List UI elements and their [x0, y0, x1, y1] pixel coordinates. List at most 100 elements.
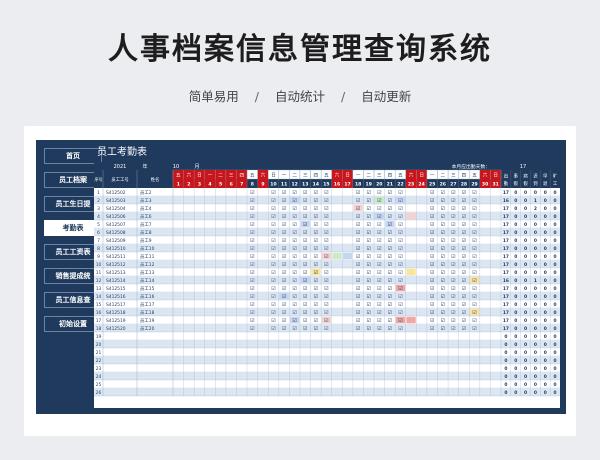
- present-checkbox[interactable]: ☑: [303, 326, 307, 332]
- present-checkbox[interactable]: ☑: [250, 262, 254, 268]
- employee-id-cell[interactable]: S412518: [106, 310, 126, 316]
- present-checkbox[interactable]: ☑: [324, 294, 328, 300]
- present-checkbox[interactable]: ☑: [430, 270, 434, 276]
- present-checkbox[interactable]: ☑: [314, 278, 318, 284]
- present-checkbox[interactable]: ☑: [430, 254, 434, 260]
- employee-name-cell[interactable]: 员工7: [140, 222, 152, 228]
- present-checkbox[interactable]: ☑: [430, 278, 434, 284]
- present-checkbox[interactable]: ☑: [472, 198, 476, 204]
- present-checkbox[interactable]: ☑: [356, 254, 360, 260]
- present-checkbox[interactable]: ☑: [324, 302, 328, 308]
- present-checkbox[interactable]: ☑: [388, 206, 392, 212]
- present-checkbox[interactable]: ☑: [441, 254, 445, 260]
- present-checkbox[interactable]: ☑: [324, 286, 328, 292]
- present-checkbox[interactable]: ☑: [303, 262, 307, 268]
- employee-id-cell[interactable]: S412519: [106, 318, 126, 324]
- employee-name-cell[interactable]: 员工10: [140, 246, 155, 252]
- present-checkbox[interactable]: ☑: [441, 246, 445, 252]
- present-checkbox[interactable]: ☑: [441, 214, 445, 220]
- present-checkbox[interactable]: ☑: [356, 198, 360, 204]
- present-checkbox[interactable]: ☑: [451, 278, 455, 284]
- present-checkbox[interactable]: ☑: [271, 238, 275, 244]
- present-checkbox[interactable]: ☑: [377, 278, 381, 284]
- present-checkbox[interactable]: ☑: [271, 262, 275, 268]
- present-checkbox[interactable]: ☑: [366, 294, 370, 300]
- present-checkbox[interactable]: ☑: [314, 214, 318, 220]
- employee-name-cell[interactable]: 员工15: [140, 286, 155, 292]
- present-checkbox[interactable]: ☑: [430, 238, 434, 244]
- employee-id-cell[interactable]: S412503: [106, 198, 126, 204]
- present-checkbox[interactable]: ☑: [282, 222, 286, 228]
- employee-name-cell[interactable]: 员工9: [140, 238, 152, 244]
- present-checkbox[interactable]: ☑: [472, 190, 476, 196]
- present-checkbox[interactable]: ☑: [377, 238, 381, 244]
- present-checkbox[interactable]: ☑: [472, 262, 476, 268]
- present-checkbox[interactable]: ☑: [292, 254, 296, 260]
- present-checkbox[interactable]: ☑: [314, 206, 318, 212]
- present-checkbox[interactable]: ☑: [366, 190, 370, 196]
- present-checkbox[interactable]: ☑: [451, 190, 455, 196]
- present-checkbox[interactable]: ☑: [388, 198, 392, 204]
- present-checkbox[interactable]: ☑: [441, 206, 445, 212]
- present-checkbox[interactable]: ☑: [282, 302, 286, 308]
- present-checkbox[interactable]: ☑: [356, 270, 360, 276]
- present-checkbox[interactable]: ☑: [451, 206, 455, 212]
- present-checkbox[interactable]: ☑: [441, 270, 445, 276]
- present-checkbox[interactable]: ☑: [462, 206, 466, 212]
- present-checkbox[interactable]: ☑: [314, 286, 318, 292]
- employee-id-cell[interactable]: S412506: [106, 214, 126, 220]
- present-checkbox[interactable]: ☑: [303, 190, 307, 196]
- employee-id-cell[interactable]: S412517: [106, 302, 126, 308]
- present-checkbox[interactable]: ☑: [398, 318, 402, 324]
- present-checkbox[interactable]: ☑: [430, 318, 434, 324]
- present-checkbox[interactable]: ☑: [356, 326, 360, 332]
- present-checkbox[interactable]: ☑: [441, 286, 445, 292]
- present-checkbox[interactable]: ☑: [314, 238, 318, 244]
- present-checkbox[interactable]: ☑: [324, 206, 328, 212]
- present-checkbox[interactable]: ☑: [472, 310, 476, 316]
- present-checkbox[interactable]: ☑: [292, 230, 296, 236]
- present-checkbox[interactable]: ☑: [430, 206, 434, 212]
- employee-name-cell[interactable]: 员工17: [140, 302, 155, 308]
- present-checkbox[interactable]: ☑: [303, 230, 307, 236]
- present-checkbox[interactable]: ☑: [292, 286, 296, 292]
- employee-name-cell[interactable]: 员工8: [140, 230, 152, 236]
- employee-id-cell[interactable]: S412514: [106, 278, 126, 284]
- present-checkbox[interactable]: ☑: [356, 286, 360, 292]
- present-checkbox[interactable]: ☑: [324, 222, 328, 228]
- present-checkbox[interactable]: ☑: [377, 294, 381, 300]
- present-checkbox[interactable]: ☑: [441, 318, 445, 324]
- present-checkbox[interactable]: ☑: [314, 270, 318, 276]
- present-checkbox[interactable]: ☑: [366, 286, 370, 292]
- present-checkbox[interactable]: ☑: [292, 318, 296, 324]
- present-checkbox[interactable]: ☑: [324, 262, 328, 268]
- present-checkbox[interactable]: ☑: [388, 262, 392, 268]
- present-checkbox[interactable]: ☑: [462, 302, 466, 308]
- present-checkbox[interactable]: ☑: [398, 286, 402, 292]
- present-checkbox[interactable]: ☑: [398, 326, 402, 332]
- present-checkbox[interactable]: ☑: [356, 246, 360, 252]
- present-checkbox[interactable]: ☑: [472, 302, 476, 308]
- present-checkbox[interactable]: ☑: [388, 302, 392, 308]
- present-checkbox[interactable]: ☑: [441, 190, 445, 196]
- present-checkbox[interactable]: ☑: [462, 262, 466, 268]
- present-checkbox[interactable]: ☑: [388, 214, 392, 220]
- present-checkbox[interactable]: ☑: [462, 198, 466, 204]
- present-checkbox[interactable]: ☑: [356, 238, 360, 244]
- present-checkbox[interactable]: ☑: [282, 326, 286, 332]
- employee-name-cell[interactable]: 员工20: [140, 326, 155, 332]
- present-checkbox[interactable]: ☑: [430, 262, 434, 268]
- present-checkbox[interactable]: ☑: [398, 206, 402, 212]
- present-checkbox[interactable]: ☑: [356, 302, 360, 308]
- present-checkbox[interactable]: ☑: [282, 270, 286, 276]
- present-checkbox[interactable]: ☑: [250, 278, 254, 284]
- present-checkbox[interactable]: ☑: [356, 278, 360, 284]
- present-checkbox[interactable]: ☑: [366, 246, 370, 252]
- present-checkbox[interactable]: ☑: [271, 310, 275, 316]
- present-checkbox[interactable]: ☑: [377, 222, 381, 228]
- employee-name-cell[interactable]: 员工14: [140, 278, 155, 284]
- present-checkbox[interactable]: ☑: [398, 294, 402, 300]
- employee-id-cell[interactable]: S412511: [106, 254, 126, 260]
- present-checkbox[interactable]: ☑: [314, 318, 318, 324]
- present-checkbox[interactable]: ☑: [451, 246, 455, 252]
